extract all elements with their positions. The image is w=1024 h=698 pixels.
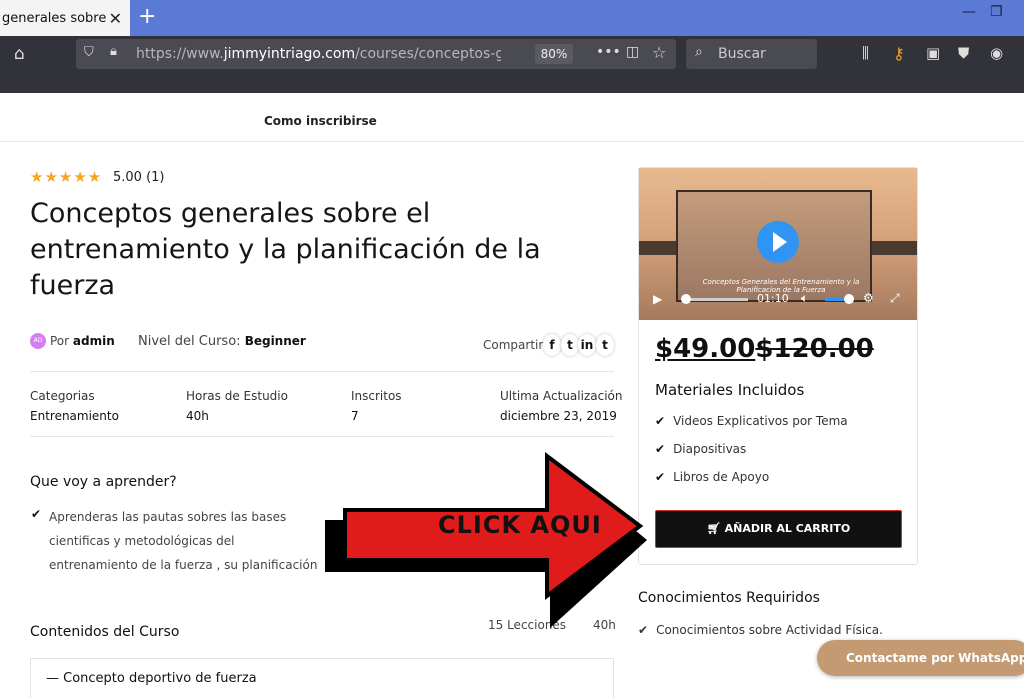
search-icon: ⌕ (695, 44, 703, 60)
author-byline: Por admin (50, 334, 115, 348)
topic-title[interactable]: — Concepto deportivo de fuerza (46, 671, 257, 686)
more-actions-icon[interactable]: ••• (596, 44, 621, 60)
material-item: ✔ Libros de Apoyo (655, 470, 770, 484)
add-to-cart-button[interactable]: 🛒︎ AÑADIR AL CARRITO (655, 510, 902, 548)
course-video-player[interactable]: Conceptos Generales del Entrenamiento y … (639, 168, 917, 320)
home-icon[interactable]: ⌂ (14, 44, 25, 64)
learn-item: Aprenderas las pautas sobres las bases c… (49, 510, 318, 572)
updated-label: Ultima Actualización (500, 389, 623, 403)
cart-icon: 🛒︎ (706, 522, 721, 535)
video-progress-bar[interactable] (686, 298, 748, 301)
volume-knob[interactable] (844, 294, 854, 304)
tab-title: generales sobre el e (2, 10, 106, 26)
updated-value: diciembre 23, 2019 (500, 409, 617, 423)
learn-heading: Que voy a aprender? (30, 474, 177, 490)
categories-label: Categorias (30, 389, 95, 403)
site-top-nav: Como inscribirse (0, 93, 1024, 142)
click-here-arrow (325, 451, 647, 628)
video-progress-knob[interactable] (681, 294, 691, 304)
address-bar[interactable]: ⛉ 🔒︎ https://www.jimmyintriago.com/cours… (76, 39, 676, 69)
material-item: ✔ Diapositivas (655, 442, 747, 456)
close-tab-icon[interactable]: ✕ (109, 9, 122, 28)
course-level: Nivel del Curso: Beginner (138, 334, 306, 349)
search-box[interactable]: ⌕ Buscar (686, 39, 817, 69)
rating-value: 5.00 (1) (113, 170, 165, 185)
browser-tab[interactable]: generales sobre el e ✕ (0, 0, 130, 36)
material-item: ✔ Videos Explicativos por Tema (655, 414, 848, 428)
check-icon: ✔ (655, 414, 666, 428)
account-icon[interactable]: ◉ (990, 44, 1003, 62)
settings-gear-icon[interactable]: ⚙ (863, 291, 874, 305)
play-button[interactable] (757, 221, 799, 263)
twitter-share-icon[interactable]: t (561, 334, 579, 356)
hours-value: 40h (186, 409, 209, 423)
restore-icon[interactable]: ❐ (990, 4, 1003, 20)
divider (30, 371, 614, 372)
bookmark-star-icon[interactable]: ☆ (652, 43, 666, 62)
zoom-level[interactable]: 80% (535, 44, 573, 64)
contents-heading: Contenidos del Curso (30, 624, 180, 640)
browser-chrome-strip (0, 72, 1024, 93)
author-link[interactable]: admin (73, 334, 115, 348)
click-here-label: CLICK AQUI (438, 511, 602, 539)
enrolled-value: 7 (351, 409, 359, 423)
author-avatar: AD (30, 333, 46, 349)
lock-icon[interactable]: 🔒︎ (110, 44, 117, 59)
facebook-share-icon[interactable]: f (543, 334, 561, 356)
video-play-icon[interactable]: ▶ (653, 292, 662, 306)
rating-stars: ★★★★★ (30, 168, 103, 186)
play-icon (773, 232, 787, 252)
reader-view-icon[interactable]: ▣ (926, 44, 940, 62)
url-text[interactable]: https://www.jimmyintriago.com/courses/co… (136, 46, 501, 62)
whatsapp-contact-button[interactable]: Contactame por WhatsApp (817, 640, 1024, 676)
browser-toolbar: ⌂ ⛉ 🔒︎ https://www.jimmyintriago.com/cou… (0, 36, 1024, 72)
materials-heading: Materiales Incluidos (655, 381, 805, 399)
check-icon: ✔ (31, 507, 42, 521)
categories-value[interactable]: Entrenamiento (30, 409, 119, 423)
search-placeholder: Buscar (718, 46, 766, 62)
privacy-shield-icon[interactable]: ⛊ (958, 44, 969, 62)
shield-icon[interactable]: ⛉ (84, 45, 94, 60)
pocket-icon[interactable]: ◫ (626, 44, 639, 60)
share-label: Compartir: (483, 338, 548, 352)
volume-icon[interactable]: 🔈︎ (801, 291, 808, 306)
video-time: 01:10 (757, 292, 789, 305)
hours-label: Horas de Estudio (186, 389, 288, 403)
old-price: $120.00 (755, 334, 874, 364)
requirement-item: ✔ Conocimientos sobre Actividad Física. (638, 623, 883, 637)
fullscreen-icon[interactable]: ⤢ (890, 291, 900, 306)
course-title: Conceptos generales sobre el entrenamien… (30, 198, 541, 301)
divider (30, 436, 614, 437)
key-icon[interactable]: ⚷ (893, 44, 905, 63)
enrolled-label: Inscritos (351, 389, 402, 403)
requirements-heading: Conocimientos Requiridos (638, 590, 820, 606)
nav-link-como-inscribirse[interactable]: Como inscribirse (264, 114, 377, 128)
linkedin-share-icon[interactable]: in (578, 334, 596, 356)
tumblr-share-icon[interactable]: t (596, 334, 614, 356)
new-tab-icon[interactable]: + (138, 4, 156, 29)
course-price: $49.00$120.00 (655, 334, 874, 364)
library-icon[interactable]: ⫼ (862, 44, 869, 62)
minimize-icon[interactable]: — (962, 4, 976, 20)
browser-tab-bar: generales sobre el e ✕ + — ❐ (0, 0, 1024, 36)
